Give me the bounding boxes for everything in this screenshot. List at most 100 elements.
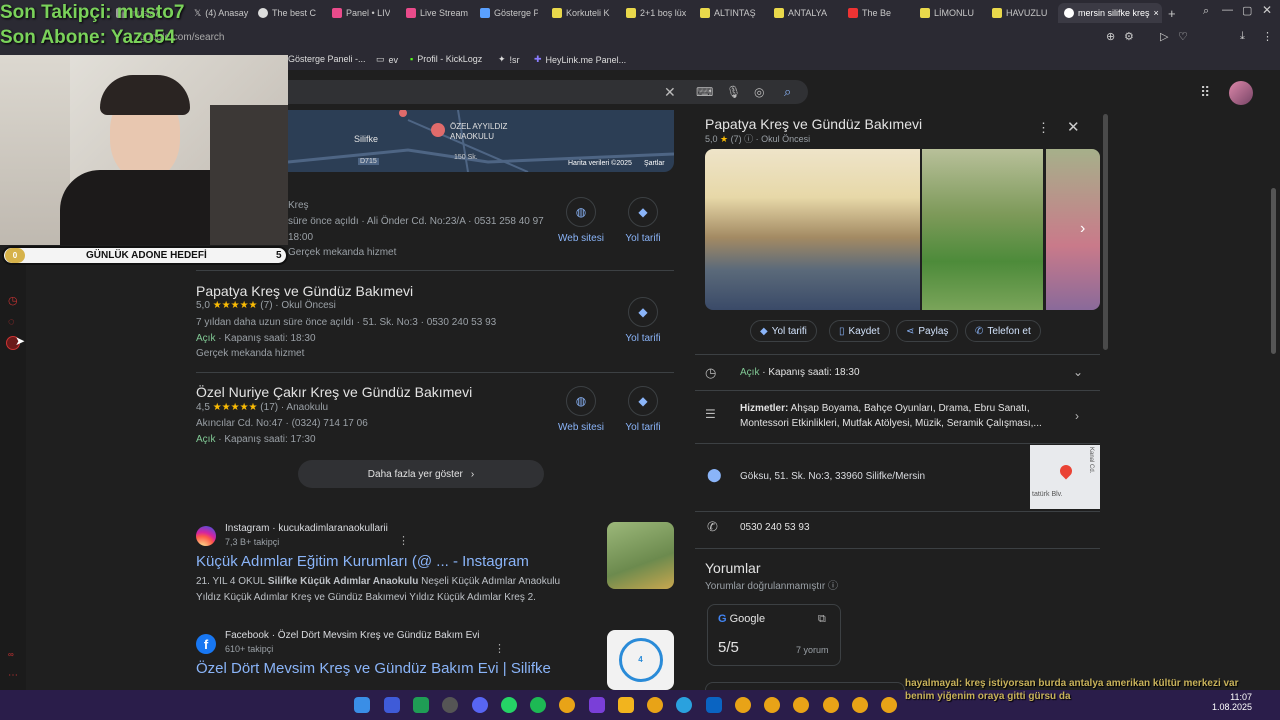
tab[interactable]: Korkuteli K	[546, 3, 610, 23]
telegram-icon[interactable]	[676, 697, 692, 713]
bookmark[interactable]: ✚ HeyLink.me Panel...	[534, 54, 626, 65]
chrome-icon[interactable]	[823, 697, 839, 713]
services-row[interactable]: ☰ Hizmetler: Ahşap Boyama, Bahçe Oyunlar…	[695, 403, 1100, 435]
chevron-down-icon[interactable]: ⌄	[1073, 365, 1083, 379]
menu-icon[interactable]: ⋮	[1262, 30, 1273, 43]
outlook-icon[interactable]	[706, 697, 722, 713]
photo-playground[interactable]	[922, 149, 1043, 310]
google-reviews-card[interactable]: G Google ⧉ 5/5 7 yorum	[707, 604, 841, 666]
chrome-icon[interactable]	[764, 697, 780, 713]
more-options-icon[interactable]: ⋮	[1037, 120, 1050, 136]
bookmark[interactable]: ▪ Profil - KickLogz	[410, 54, 482, 64]
mic-icon[interactable]: 🎙	[726, 85, 741, 99]
photo-main[interactable]	[705, 149, 920, 310]
info-icon[interactable]: ⓘ	[828, 581, 838, 592]
tab[interactable]: Gösterge P	[474, 3, 538, 23]
bookmark[interactable]: ✦ !sr	[498, 54, 520, 65]
bookmark[interactable]: Gösterge Paneli -...	[288, 54, 366, 64]
directions-button[interactable]: ◆ Yol tarifi	[750, 320, 817, 342]
whatsapp-icon[interactable]	[501, 697, 517, 713]
map[interactable]: Silifke ÖZEL AYYILDIZ ANAOKULU D715 150 …	[288, 110, 674, 172]
more-options-icon[interactable]: ⋮	[494, 642, 505, 655]
spotify-icon[interactable]	[530, 697, 546, 713]
result-thumbnail[interactable]	[607, 522, 674, 589]
extension-icon[interactable]: ∞	[8, 650, 14, 659]
result-source[interactable]: Instagram · kucukadimlaranaokullarii	[225, 523, 388, 534]
zoom-icon[interactable]: ⊕	[1106, 30, 1115, 43]
result-source[interactable]: Facebook · Özel Dört Mevsim Kreş ve Günd…	[225, 630, 480, 641]
app-icon[interactable]	[442, 697, 458, 713]
next-photo-icon[interactable]: ›	[1080, 220, 1085, 238]
extension-icon[interactable]: ⚙	[1124, 30, 1134, 43]
result-link[interactable]: Küçük Adımlar Eğitim Kurumları (@ ... - …	[196, 553, 529, 570]
tab[interactable]: 𝕏 (4) Anasay	[188, 3, 250, 23]
panel-scrollbar[interactable]	[1103, 114, 1108, 350]
chat-icon[interactable]: ◌	[8, 316, 15, 328]
app-icon[interactable]	[413, 697, 429, 713]
download-icon[interactable]: ⤓	[1240, 30, 1245, 43]
chrome-icon[interactable]	[852, 697, 868, 713]
photo-garden[interactable]	[1046, 149, 1100, 310]
result-title[interactable]: Papatya Kreş ve Gündüz Bakımevi	[196, 283, 413, 299]
result-title[interactable]: Özel Nuriye Çakır Kreş ve Gündüz Bakımev…	[196, 384, 472, 400]
chrome-icon[interactable]	[881, 697, 897, 713]
bookmark[interactable]: ▭ ev	[376, 54, 398, 65]
page-scrollbar[interactable]	[1271, 188, 1276, 354]
mini-map[interactable]: tatürk Blv. Kanal Cd.	[1030, 445, 1100, 509]
directions-button[interactable]: ◆ Yol tarifi	[613, 386, 673, 433]
tab[interactable]: 2+1 boş lüx	[620, 3, 686, 23]
search-icon[interactable]: ⌕	[784, 84, 791, 100]
tab[interactable]: The Be	[842, 3, 906, 23]
clear-icon[interactable]: ✕	[664, 84, 676, 101]
folder-icon[interactable]	[618, 697, 634, 713]
result-thumbnail[interactable]: 4 MEVSİM	[607, 630, 674, 690]
maximize-icon[interactable]: ▢	[1242, 4, 1252, 17]
chrome-icon[interactable]	[647, 697, 663, 713]
close-tab-icon[interactable]: ×	[1154, 8, 1159, 18]
avatar[interactable]	[1229, 81, 1253, 105]
tab[interactable]: ALTINTAŞ	[694, 3, 758, 23]
app-icon[interactable]	[589, 697, 605, 713]
new-tab-button[interactable]: +	[1162, 3, 1180, 23]
tab-active[interactable]: mersin silifke kreş ×	[1058, 3, 1162, 23]
app-icon[interactable]	[384, 697, 400, 713]
tab[interactable]: The best C	[252, 3, 316, 23]
play-icon[interactable]: ▷	[1160, 30, 1168, 43]
website-button[interactable]: ◍ Web sitesi	[551, 386, 611, 433]
search-tabs-icon[interactable]: ⌕	[1203, 5, 1209, 18]
apps-grid-icon[interactable]: ⠿	[1200, 84, 1210, 101]
close-window-icon[interactable]: ✕	[1262, 3, 1272, 17]
keyboard-icon[interactable]: ⌨	[696, 85, 713, 99]
more-icon[interactable]: ⋯	[8, 670, 18, 681]
chrome-icon[interactable]	[559, 697, 575, 713]
history-icon[interactable]: ◷	[8, 294, 18, 307]
minimize-icon[interactable]: —	[1222, 4, 1233, 16]
tab[interactable]: Live Stream	[400, 3, 468, 23]
directions-button[interactable]: ◆ Yol tarifi	[613, 297, 673, 344]
save-button[interactable]: ▯ Kaydet	[829, 320, 890, 342]
tab[interactable]: HAVUZLU	[986, 3, 1050, 23]
search-input[interactable]: ✕ ⌨ 🎙 ◎ ⌕	[288, 80, 808, 104]
hours-row[interactable]: ◷ Açık · Kapanış saati: 18:30 ⌄	[695, 365, 1100, 386]
address-row[interactable]: ⬤ Göksu, 51. Sk. No:3, 33960 Silifke/Mer…	[695, 445, 1100, 509]
heart-icon[interactable]: ♡	[1178, 30, 1188, 43]
close-icon[interactable]: ✕	[1067, 118, 1080, 136]
lens-icon[interactable]: ◎	[754, 85, 764, 99]
more-places-button[interactable]: Daha fazla yer göster ›	[298, 460, 544, 488]
clock[interactable]: 11:07 1.08.2025	[1196, 692, 1252, 712]
call-button[interactable]: ✆ Telefon et	[965, 320, 1041, 342]
result-link[interactable]: Özel Dört Mevsim Kreş ve Gündüz Bakım Ev…	[196, 660, 551, 677]
external-link-icon[interactable]: ⧉	[818, 613, 826, 626]
tab[interactable]: ANTALYA	[768, 3, 832, 23]
start-icon[interactable]	[354, 697, 370, 713]
info-icon[interactable]: ⓘ	[744, 134, 753, 144]
tab[interactable]: Panel • LIV	[326, 3, 390, 23]
discord-icon[interactable]	[472, 697, 488, 713]
tab[interactable]: LİMONLU	[914, 3, 978, 23]
phone-row[interactable]: ✆ 0530 240 53 93	[695, 519, 1100, 540]
more-options-icon[interactable]: ⋮	[398, 534, 409, 547]
website-button[interactable]: ◍ Web sitesi	[551, 197, 611, 244]
directions-button[interactable]: ◆ Yol tarifi	[613, 197, 673, 244]
chrome-icon[interactable]	[735, 697, 751, 713]
share-button[interactable]: ⋖ Paylaş	[896, 320, 959, 342]
